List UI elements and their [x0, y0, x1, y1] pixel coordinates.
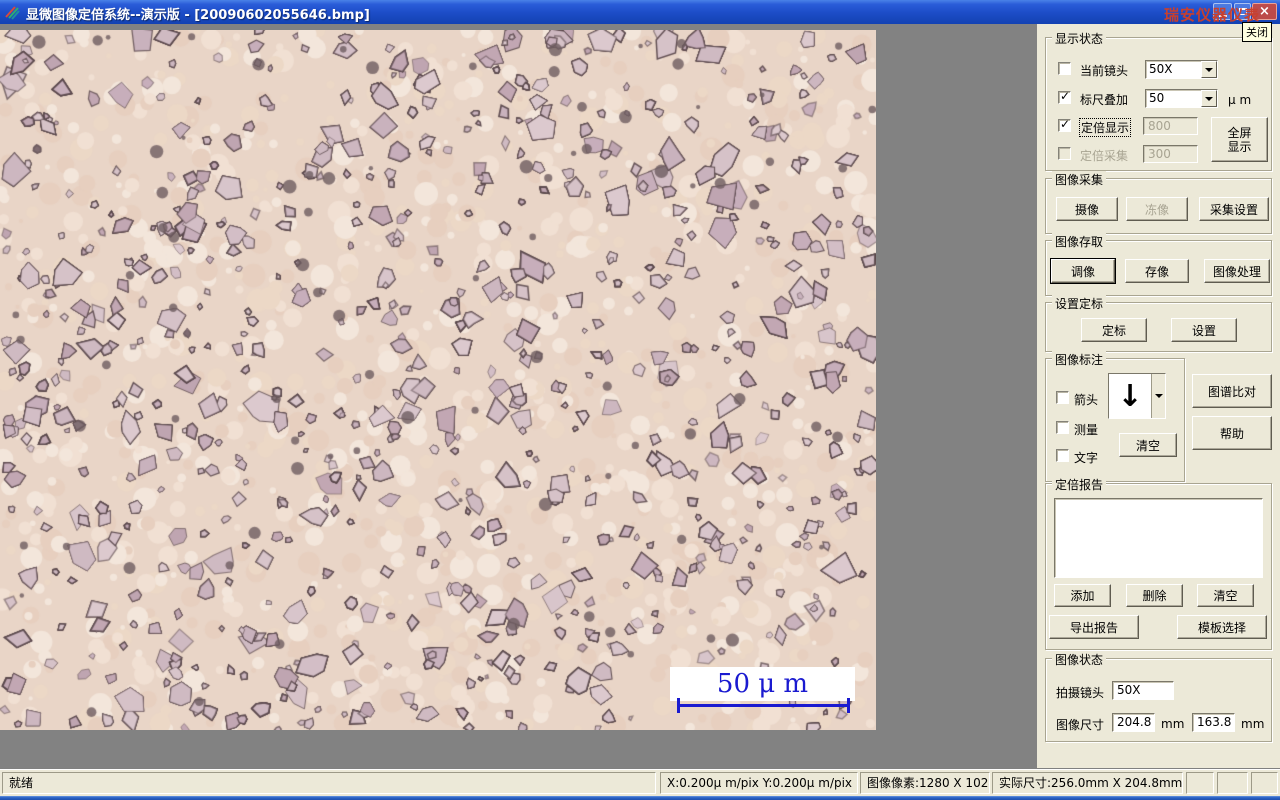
report-delete-button[interactable]: 删除: [1126, 584, 1183, 607]
chevron-down-icon: [1205, 96, 1213, 105]
group-image-capture-legend: 图像采集: [1052, 171, 1107, 188]
micrograph-image[interactable]: [0, 30, 876, 730]
text-checkbox[interactable]: [1056, 449, 1069, 462]
check-icon: ✓: [1060, 117, 1071, 131]
height-unit-label: mm: [1241, 717, 1265, 731]
scale-bar-line: [678, 704, 850, 707]
app-window: 显微图像定倍系统--演示版 - [20090602055646.bmp] 瑞安仪…: [0, 0, 1280, 800]
current-lens-dropdown-button[interactable]: [1201, 61, 1217, 78]
save-image-button[interactable]: 存像: [1125, 259, 1189, 283]
ruler-value-combo[interactable]: 50: [1145, 89, 1218, 108]
control-panel: 显示状态 当前镜头 50X ✓ 标尺叠加 50 μ m ✓ 定倍显示 800 定…: [1037, 24, 1280, 768]
image-width-value: 204.8: [1112, 713, 1155, 732]
image-process-button[interactable]: 图像处理: [1204, 259, 1270, 283]
group-image-storage-legend: 图像存取: [1052, 233, 1107, 250]
image-height-value: 163.8: [1192, 713, 1235, 732]
capture-settings-button[interactable]: 采集设置: [1199, 197, 1269, 221]
current-lens-checkbox[interactable]: [1058, 62, 1071, 75]
status-image-pixels: 图像像素:1280 X 1024: [860, 772, 990, 794]
ruler-unit-label: μ m: [1228, 93, 1252, 107]
close-tooltip: 关闭: [1242, 22, 1272, 42]
fixed-capture-label: 定倍采集: [1080, 149, 1129, 163]
group-calibration-legend: 设置定标: [1052, 295, 1107, 312]
current-lens-value: 50X: [1149, 62, 1173, 76]
window-title: 显微图像定倍系统--演示版 - [20090602055646.bmp]: [26, 8, 370, 23]
scale-bar-tick-right: [847, 698, 850, 713]
freeze-button: 冻像: [1126, 197, 1188, 221]
group-annotation: 图像标注 箭头 ↓ 测量 清空 文字: [1045, 351, 1185, 482]
arrow-style-dropdown-button[interactable]: [1151, 374, 1165, 418]
ruler-dropdown-button[interactable]: [1201, 90, 1217, 107]
ruler-overlay-label: 标尺叠加: [1080, 93, 1129, 107]
template-select-button[interactable]: 模板选择: [1177, 615, 1267, 639]
scale-bar-label-box: 50 μ m: [670, 667, 855, 701]
arrow-checkbox[interactable]: [1056, 391, 1069, 404]
window-bottom-border: [0, 796, 1280, 800]
chevron-down-icon: [1154, 394, 1163, 402]
group-image-status-legend: 图像状态: [1052, 651, 1107, 668]
status-actual-size: 实际尺寸:256.0mm X 204.8mm: [992, 772, 1183, 794]
chevron-down-icon: [1205, 67, 1213, 76]
arrow-style-combo[interactable]: ↓: [1108, 373, 1166, 419]
ruler-value: 50: [1149, 91, 1165, 105]
fixed-display-checkbox[interactable]: ✓: [1058, 117, 1071, 132]
group-calibration: 设置定标 定标 设置: [1045, 295, 1272, 352]
width-unit-label: mm: [1161, 717, 1185, 731]
measure-checkbox[interactable]: [1056, 421, 1069, 434]
fixed-capture-input: 300: [1143, 145, 1198, 163]
fullscreen-button-line2: 显示: [1227, 139, 1252, 154]
close-icon: ×: [1259, 4, 1270, 19]
capture-lens-value: 50X: [1112, 681, 1174, 700]
status-spare-2: [1217, 772, 1248, 794]
arrow-label: 箭头: [1074, 393, 1099, 407]
calibrate-button[interactable]: 定标: [1081, 318, 1147, 342]
app-icon: [5, 6, 20, 20]
fixed-display-input: 800: [1143, 117, 1198, 135]
status-pixel-scale: X:0.200μ m/pix Y:0.200μ m/pix: [660, 772, 858, 794]
report-clear-button[interactable]: 清空: [1197, 584, 1254, 607]
viewer-area: 50 μ m 显示状态 当前镜头 50X ✓ 标尺叠加 50 μ m ✓ 定倍显…: [0, 24, 1280, 768]
group-image-status: 图像状态 拍摄镜头 50X 图像尺寸 204.8 mm 163.8 mm: [1045, 651, 1272, 742]
group-annotation-legend: 图像标注: [1052, 351, 1107, 368]
group-image-storage: 图像存取 调像 存像 图像处理: [1045, 233, 1272, 296]
fullscreen-button[interactable]: 全屏 显示: [1211, 117, 1268, 162]
ruler-overlay-checkbox[interactable]: ✓: [1058, 89, 1071, 104]
status-bar: 就绪 X:0.200μ m/pix Y:0.200μ m/pix 图像像素:12…: [0, 768, 1280, 796]
load-image-button[interactable]: 调像: [1051, 259, 1115, 283]
group-report: 定倍报告 添加 删除 清空 导出报告 模板选择: [1045, 476, 1272, 650]
scale-bar-text: 50 μ m: [716, 669, 809, 699]
report-list[interactable]: [1054, 498, 1263, 578]
arrow-down-icon: ↓: [1117, 378, 1143, 414]
group-image-capture: 图像采集 摄像 冻像 采集设置: [1045, 171, 1272, 234]
text-label: 文字: [1074, 451, 1099, 465]
help-button[interactable]: 帮助: [1192, 416, 1272, 450]
current-lens-label: 当前镜头: [1080, 64, 1129, 78]
fixed-capture-checkbox: [1058, 147, 1071, 160]
status-spare-1: [1186, 772, 1214, 794]
group-report-legend: 定倍报告: [1052, 476, 1107, 493]
atlas-compare-button[interactable]: 图谱比对: [1192, 374, 1272, 408]
export-report-button[interactable]: 导出报告: [1049, 615, 1139, 639]
status-ready: 就绪: [2, 772, 656, 794]
clear-annotation-button[interactable]: 清空: [1119, 433, 1177, 457]
status-spare-3: [1251, 772, 1278, 794]
group-display-status-legend: 显示状态: [1052, 30, 1107, 47]
capture-lens-label: 拍摄镜头: [1056, 686, 1105, 700]
title-bar[interactable]: 显微图像定倍系统--演示版 - [20090602055646.bmp] 瑞安仪…: [0, 0, 1280, 24]
fullscreen-button-line1: 全屏: [1227, 125, 1252, 140]
fixed-display-label: 定倍显示: [1079, 118, 1132, 137]
group-display-status: 显示状态 当前镜头 50X ✓ 标尺叠加 50 μ m ✓ 定倍显示 800 定…: [1045, 30, 1272, 171]
measure-label: 测量: [1074, 423, 1099, 437]
report-add-button[interactable]: 添加: [1054, 584, 1111, 607]
check-icon: ✓: [1060, 89, 1071, 103]
current-lens-combo[interactable]: 50X: [1145, 60, 1218, 79]
image-size-label: 图像尺寸: [1056, 718, 1105, 732]
settings-button[interactable]: 设置: [1171, 318, 1237, 342]
scale-bar-tick-left: [677, 698, 680, 713]
capture-button[interactable]: 摄像: [1056, 197, 1118, 221]
